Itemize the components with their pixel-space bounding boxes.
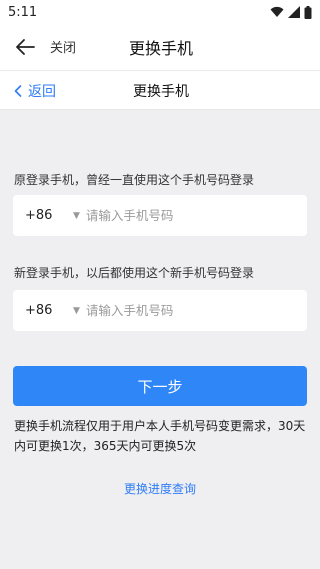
status-bar: 5:11	[0, 0, 320, 24]
old-phone-label: 原登录手机，曾经一直使用这个手机号码登录	[14, 173, 255, 187]
caret-down-icon[interactable]: ▼	[73, 211, 80, 221]
caret-down-icon[interactable]: ▼	[73, 306, 80, 316]
old-phone-input[interactable]	[85, 208, 286, 223]
page-title: 更换手机	[133, 84, 189, 100]
app-title: 更换手机	[129, 39, 194, 58]
new-phone-input[interactable]	[85, 303, 286, 318]
page-back-label: 返回	[28, 84, 56, 100]
back-arrow-icon[interactable]	[14, 36, 36, 58]
close-button[interactable]: 关闭	[50, 37, 76, 56]
progress-query-link[interactable]: 更换进度查询	[0, 480, 320, 497]
app-bar: 关闭 更换手机	[0, 24, 320, 70]
wifi-icon	[270, 6, 284, 17]
page-back-button[interactable]: 返回	[14, 81, 56, 101]
new-phone-country-code[interactable]: +86	[25, 303, 55, 318]
new-phone-label: 新登录手机，以后都使用这个新手机号码登录	[14, 266, 255, 280]
status-time: 5:11	[8, 4, 38, 20]
page-header: 返回 更换手机	[0, 70, 320, 110]
new-phone-field: +86 ▼	[13, 290, 307, 331]
next-step-button[interactable]: 下一步	[13, 366, 307, 406]
chevron-left-icon	[14, 85, 22, 97]
status-icons	[270, 5, 312, 19]
old-phone-field: +86 ▼	[13, 195, 307, 236]
cellular-signal-icon	[288, 6, 300, 18]
notice-text: 更换手机流程仅用于用户本人手机号码变更需求，30天内可更换1次，365天内可更换…	[14, 419, 306, 453]
battery-icon	[304, 5, 312, 19]
old-phone-country-code[interactable]: +86	[25, 208, 55, 223]
